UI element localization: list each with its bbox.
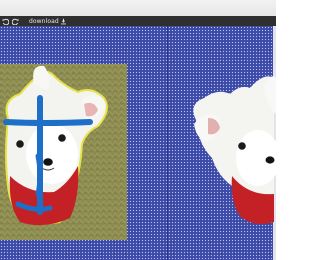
download-button[interactable]: download: [23, 16, 69, 26]
browser-top-strip: [0, 0, 276, 16]
download-icon: [59, 16, 69, 26]
source-image-pane[interactable]: [0, 26, 167, 260]
result-image-pane[interactable]: [168, 26, 276, 260]
undo-icon[interactable]: [0, 16, 10, 26]
download-label: download: [29, 17, 59, 25]
redo-icon[interactable]: [10, 16, 20, 26]
editor-toolbar: download: [0, 16, 276, 26]
dog-cutout: [193, 76, 276, 224]
